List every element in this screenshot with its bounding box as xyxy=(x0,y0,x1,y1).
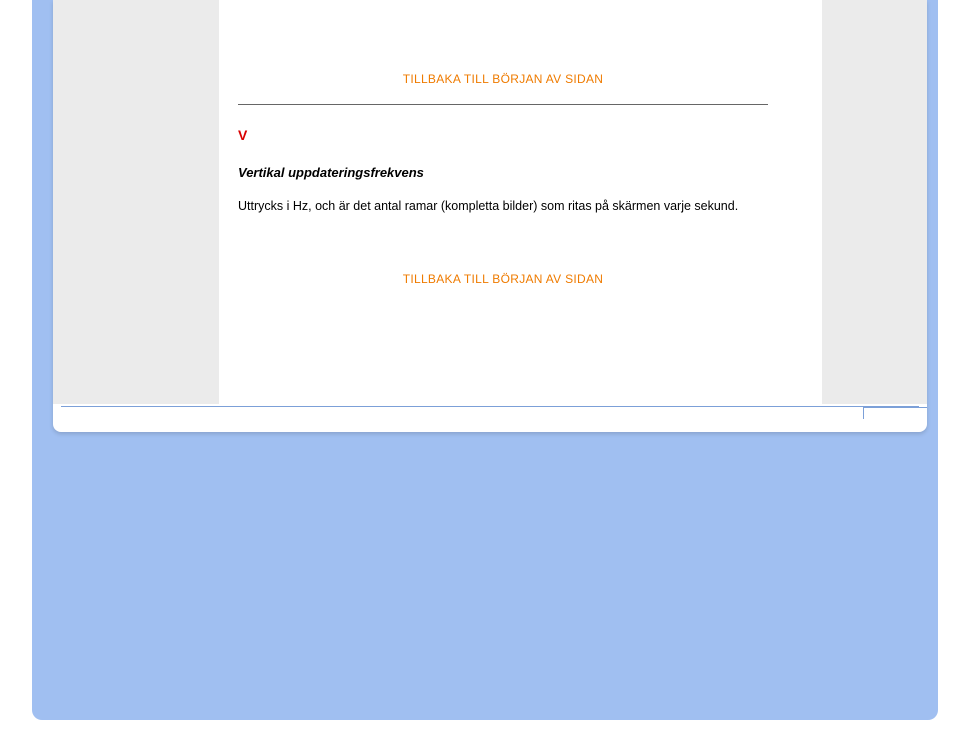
glossary-letter: V xyxy=(238,127,768,143)
document-content: TILLBAKA TILL BÖRJAN AV SIDAN V Vertikal… xyxy=(238,0,768,286)
document-panel: TILLBAKA TILL BÖRJAN AV SIDAN V Vertikal… xyxy=(53,0,927,432)
footer-notch xyxy=(863,407,927,419)
footer-hairline xyxy=(61,406,919,407)
sidebar-right xyxy=(822,0,927,404)
back-to-top-link[interactable]: TILLBAKA TILL BÖRJAN AV SIDAN xyxy=(238,72,768,86)
back-to-top-link[interactable]: TILLBAKA TILL BÖRJAN AV SIDAN xyxy=(238,272,768,286)
sidebar-left xyxy=(53,0,219,404)
section-divider xyxy=(238,104,768,105)
glossary-definition: Uttrycks i Hz, och är det antal ramar (k… xyxy=(238,198,768,216)
glossary-term: Vertikal uppdateringsfrekvens xyxy=(238,165,768,180)
